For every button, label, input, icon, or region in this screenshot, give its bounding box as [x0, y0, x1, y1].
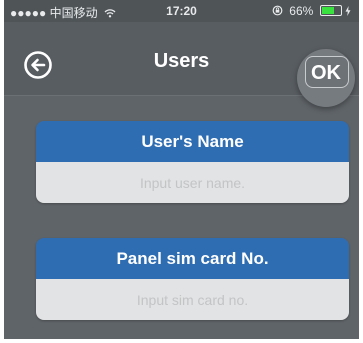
charging-bolt-icon: [345, 6, 351, 16]
app-screen: ●●●●● 中国移动 17:20 66% Users OK User's Nam…: [4, 0, 359, 339]
status-bar: ●●●●● 中国移动 17:20 66%: [4, 0, 359, 22]
sim-card-header: Panel sim card No.: [36, 238, 349, 279]
user-name-header: User's Name: [36, 121, 349, 162]
rotation-lock-icon: [272, 5, 283, 16]
battery-percent: 66%: [289, 4, 314, 18]
sim-card-input[interactable]: [36, 279, 349, 320]
user-name-input[interactable]: [36, 162, 349, 203]
user-name-card: User's Name: [36, 121, 349, 203]
ok-button[interactable]: OK: [297, 49, 355, 107]
sim-card-card: Panel sim card No.: [36, 238, 349, 320]
battery-icon: [319, 5, 342, 16]
navigation-bar: Users OK: [4, 22, 359, 107]
ok-button-label: OK: [311, 62, 341, 84]
